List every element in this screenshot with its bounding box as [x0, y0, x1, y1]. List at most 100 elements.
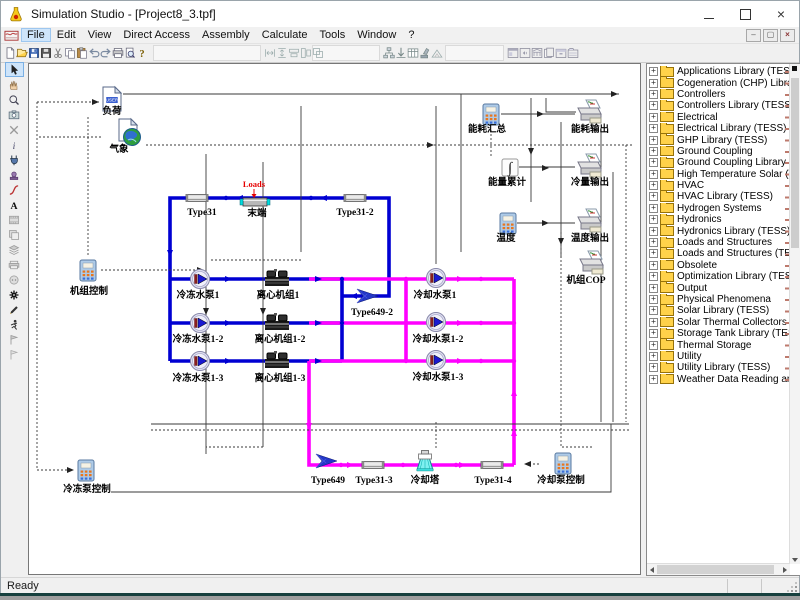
component-unit-control[interactable] — [80, 260, 96, 281]
component-cw-pump-control[interactable] — [555, 453, 571, 474]
tool-socket-button[interactable] — [5, 272, 24, 287]
tree-item-hydrogen-systems[interactable]: +Hydrogen Systems — [649, 203, 789, 214]
menu-item-file[interactable]: File — [21, 28, 51, 42]
tree-item-applications-library-tess[interactable]: +Applications Library (TESS) — [649, 66, 789, 77]
expand-icon[interactable]: + — [649, 67, 658, 76]
component-cw-pump-1-2[interactable] — [427, 313, 446, 332]
same-width-button[interactable] — [288, 45, 300, 61]
scroll-left-icon[interactable] — [650, 567, 654, 573]
component-chw-pump-1-3[interactable] — [191, 352, 210, 371]
cut-button[interactable] — [52, 45, 64, 61]
component-chiller-1[interactable] — [265, 269, 289, 286]
tool-flag2-button[interactable] — [5, 347, 24, 362]
tree-item-cogeneration-chp-library-tess[interactable]: +Cogeneration (CHP) Library (TESS) — [649, 77, 789, 88]
archive-button[interactable] — [555, 45, 567, 61]
tree-item-utility-library-tess[interactable]: +Utility Library (TESS) — [649, 362, 789, 373]
menu-item-tools[interactable]: Tools — [314, 28, 352, 42]
signal-wire[interactable] — [546, 98, 576, 112]
component-weather-reader[interactable] — [119, 119, 141, 146]
print-preview-button[interactable] — [124, 45, 136, 61]
tool-film2-button[interactable] — [5, 227, 24, 242]
component-energy-sum[interactable] — [483, 104, 499, 125]
open-button[interactable] — [16, 45, 28, 61]
component-energy-accum[interactable]: ∫ — [502, 159, 518, 177]
tool-stamp-button[interactable] — [5, 167, 24, 182]
tool-snapshot-button[interactable] — [5, 107, 24, 122]
component-type31-3-pipe[interactable] — [362, 462, 384, 469]
maximize-button[interactable] — [727, 1, 763, 27]
component-cooling-tower[interactable] — [417, 451, 433, 472]
tool-pen-button[interactable] — [5, 302, 24, 317]
expand-icon[interactable]: + — [649, 306, 658, 315]
help-button[interactable]: ? — [136, 45, 148, 61]
documents-button[interactable] — [543, 45, 555, 61]
expand-icon[interactable]: + — [649, 375, 658, 384]
tree-item-output[interactable]: +Output — [649, 282, 789, 293]
resize-grip[interactable] — [795, 590, 797, 592]
scroll-down-icon[interactable] — [792, 558, 798, 562]
menu-item-edit[interactable]: Edit — [51, 28, 82, 42]
mdi-close-button[interactable]: × — [780, 29, 795, 42]
same-height-button[interactable] — [300, 45, 312, 61]
tree-item-solar-thermal-collectors[interactable]: +Solar Thermal Collectors — [649, 317, 789, 328]
tree-item-utility[interactable]: +Utility — [649, 351, 789, 362]
expand-icon[interactable]: + — [649, 181, 658, 190]
component-type31-2-pipe[interactable] — [344, 195, 366, 202]
menu-item-view[interactable]: View — [82, 28, 118, 42]
expand-icon[interactable]: + — [649, 272, 658, 281]
minimize-button[interactable] — [691, 1, 727, 27]
expand-icon[interactable]: + — [649, 215, 658, 224]
tree-item-ground-coupling-library-tess[interactable]: +Ground Coupling Library (TESS) — [649, 157, 789, 168]
tool-pan-button[interactable] — [5, 77, 24, 92]
tool-flag-button[interactable] — [5, 332, 24, 347]
tree-item-optimization-library-tess[interactable]: +Optimization Library (TESS) — [649, 271, 789, 282]
control-wire[interactable] — [37, 102, 73, 470]
tree-item-electrical[interactable]: +Electrical — [649, 112, 789, 123]
tool-layers-button[interactable] — [5, 242, 24, 257]
tool-info-button[interactable]: i — [5, 137, 24, 152]
expand-icon[interactable]: + — [649, 90, 658, 99]
save-project-button[interactable] — [40, 45, 52, 61]
redo-button[interactable] — [100, 45, 112, 61]
save-button[interactable] — [28, 45, 40, 61]
same-size-button[interactable] — [312, 45, 324, 61]
report-window-button[interactable] — [507, 45, 519, 61]
menu-item-calculate[interactable]: Calculate — [256, 28, 314, 42]
vertical-scroll-thumb[interactable] — [791, 78, 799, 248]
fit-horizontal-button[interactable] — [264, 45, 276, 61]
expand-icon[interactable]: + — [649, 352, 658, 361]
component-cw-pump-1-3[interactable] — [427, 351, 446, 370]
component-terminal-unit[interactable] — [240, 198, 270, 206]
tree-item-storage-tank-library-tess[interactable]: +Storage Tank Library (TESS) — [649, 328, 789, 339]
print-button[interactable] — [112, 45, 124, 61]
component-energy-output[interactable] — [578, 100, 601, 123]
expand-icon[interactable]: + — [649, 238, 658, 247]
horizontal-scroll-thumb[interactable] — [657, 565, 774, 574]
tool-gear-button[interactable] — [5, 287, 24, 302]
expand-icon[interactable]: + — [649, 79, 658, 88]
scroll-right-icon[interactable] — [783, 567, 787, 573]
component-cw-pump-1[interactable] — [427, 269, 446, 288]
undo-button[interactable] — [88, 45, 100, 61]
expand-icon[interactable]: + — [649, 147, 658, 156]
component-type31-pipe[interactable] — [186, 195, 208, 202]
expand-icon[interactable]: + — [649, 204, 658, 213]
component-unit-cop-output[interactable] — [580, 251, 603, 274]
expand-icon[interactable]: + — [649, 318, 658, 327]
tree-item-solar-library-tess[interactable]: +Solar Library (TESS) — [649, 305, 789, 316]
component-temp-output[interactable] — [578, 209, 601, 232]
tree-item-controllers-library-tess[interactable]: +Controllers Library (TESS) — [649, 100, 789, 111]
tree-item-hydronics[interactable]: +Hydronics — [649, 214, 789, 225]
tree-item-hvac[interactable]: +HVAC — [649, 180, 789, 191]
fill-button[interactable] — [419, 45, 431, 61]
expand-icon[interactable]: + — [649, 170, 658, 179]
mdi-minimize-button[interactable]: – — [746, 29, 761, 42]
tree-item-weather-data-reading-and-processing[interactable]: +Weather Data Reading and Processing — [649, 374, 789, 385]
tree-item-electrical-library-tess[interactable]: +Electrical Library (TESS) — [649, 123, 789, 134]
tree-horizontal-scrollbar[interactable] — [647, 563, 790, 575]
component-temperature[interactable] — [500, 213, 516, 234]
tree-item-thermal-storage[interactable]: +Thermal Storage — [649, 339, 789, 350]
tool-run-button[interactable] — [5, 317, 24, 332]
tool-delete-button[interactable] — [5, 122, 24, 137]
mdi-restore-button[interactable]: ▢ — [763, 29, 778, 42]
